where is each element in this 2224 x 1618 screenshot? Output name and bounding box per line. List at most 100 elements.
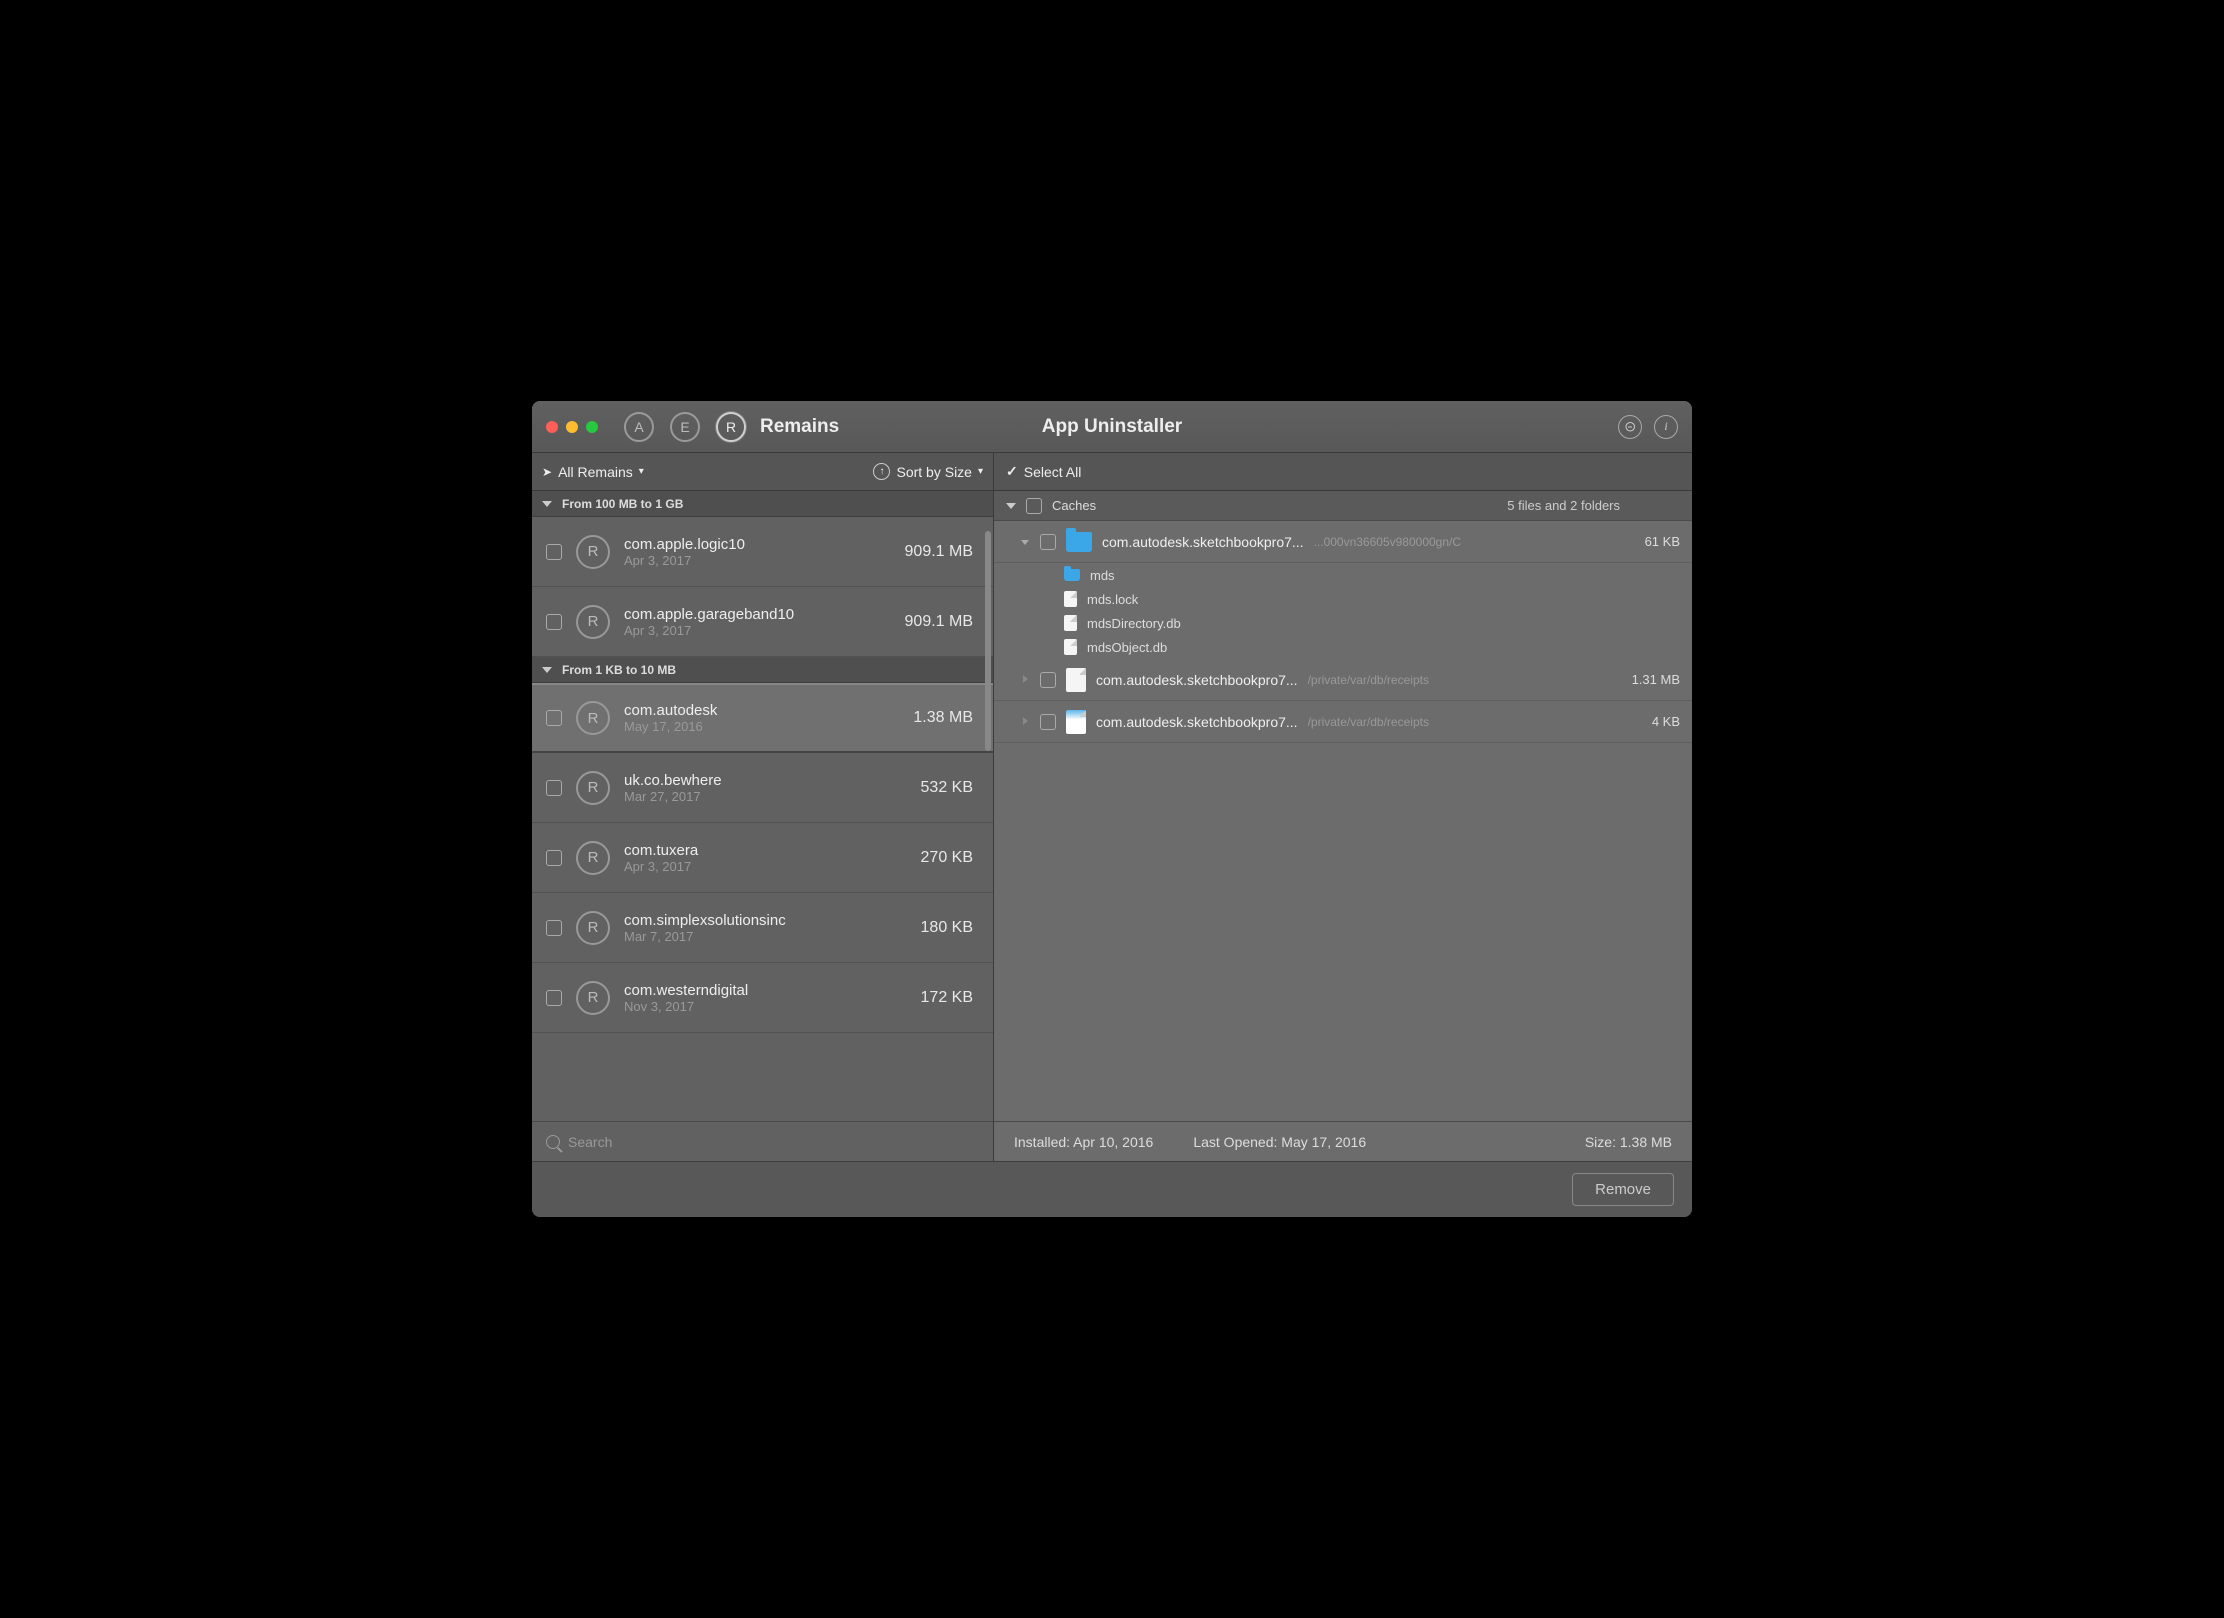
remains-item[interactable]: Rcom.simplexsolutionsincMar 7, 2017180 K… <box>532 893 993 963</box>
category-name: Caches <box>1052 498 1096 513</box>
item-name: com.simplexsolutionsinc <box>624 912 907 929</box>
remains-mode-icon[interactable]: R <box>716 412 746 442</box>
remains-icon: R <box>576 911 610 945</box>
content: From 100 MB to 1 GBRcom.apple.logic10Apr… <box>532 491 1692 1161</box>
remains-item[interactable]: Rcom.apple.logic10Apr 3, 2017909.1 MB <box>532 517 993 587</box>
item-checkbox[interactable] <box>546 990 562 1006</box>
file-icon <box>1064 615 1077 631</box>
section-title: Remains <box>760 416 839 438</box>
mode-switcher: A E R <box>624 412 746 442</box>
item-name: com.tuxera <box>624 842 907 859</box>
file-icon <box>1066 668 1086 692</box>
file-icon <box>1064 591 1077 607</box>
file-row[interactable]: com.autodesk.sketchbookpro7... ...000vn3… <box>994 521 1692 563</box>
item-size: 1.38 MB <box>913 709 973 727</box>
select-all-label: Select All <box>1024 464 1082 480</box>
child-row[interactable]: mdsObject.db <box>994 635 1692 659</box>
item-size: 172 KB <box>921 989 973 1007</box>
item-name: com.apple.garageband10 <box>624 606 891 623</box>
file-size: 61 KB <box>1645 534 1680 549</box>
chevron-down-icon: ▾ <box>978 466 983 477</box>
item-checkbox[interactable] <box>546 614 562 630</box>
remains-icon: R <box>576 771 610 805</box>
sub-toolbar: ➤ All Remains ▾ ↑ Sort by Size ▾ ✓ Selec… <box>532 453 1692 491</box>
remains-icon: R <box>576 841 610 875</box>
file-row[interactable]: com.autodesk.sketchbookpro7... /private/v… <box>994 659 1692 701</box>
search-input[interactable] <box>568 1134 979 1150</box>
file-path: /private/var/db/receipts <box>1308 715 1429 729</box>
item-name: com.autodesk <box>624 702 899 719</box>
file-icon <box>1064 639 1077 655</box>
file-path: /private/var/db/receipts <box>1308 673 1429 687</box>
chevron-down-icon <box>542 501 552 507</box>
apps-mode-icon[interactable]: A <box>624 412 654 442</box>
file-checkbox[interactable] <box>1040 534 1056 550</box>
disclosure-icon[interactable] <box>1020 717 1030 727</box>
installed-date: Installed: Apr 10, 2016 <box>1014 1134 1153 1150</box>
total-size: Size: 1.38 MB <box>1585 1134 1672 1150</box>
category-checkbox[interactable] <box>1026 498 1042 514</box>
titlebar: A E R Remains App Uninstaller i <box>532 401 1692 453</box>
scrollbar-thumb[interactable] <box>985 531 991 751</box>
sort-icon: ↑ <box>873 463 890 480</box>
close-icon[interactable] <box>546 421 558 433</box>
status-bar: Installed: Apr 10, 2016 Last Opened: May… <box>994 1121 1692 1161</box>
file-row[interactable]: com.autodesk.sketchbookpro7.../private/v… <box>994 701 1692 743</box>
item-checkbox[interactable] <box>546 850 562 866</box>
file-name: com.autodesk.sketchbookpro7... <box>1096 672 1298 688</box>
child -name: mdsDirectory.db <box>1087 616 1181 631</box>
child-row[interactable]: mdsDirectory.db <box>994 611 1692 635</box>
group-header[interactable]: From 1 KB to 10 MB <box>532 657 993 683</box>
item-checkbox[interactable] <box>546 780 562 796</box>
file-name: com.autodesk.sketchbookpro7... <box>1102 534 1304 550</box>
disclosure-icon[interactable] <box>1020 537 1030 547</box>
remains-item[interactable]: Rcom.apple.garageband10Apr 3, 2017909.1 … <box>532 587 993 657</box>
remains-icon: R <box>576 605 610 639</box>
item-checkbox[interactable] <box>546 710 562 726</box>
filter-dropdown[interactable]: ➤ All Remains ▾ <box>542 464 644 480</box>
file-checkbox[interactable] <box>1040 672 1056 688</box>
item-checkbox[interactable] <box>546 920 562 936</box>
item-name: uk.co.bewhere <box>624 772 907 789</box>
item-size: 532 KB <box>921 779 973 797</box>
child-row[interactable]: mds <box>994 563 1692 587</box>
check-icon: ✓ <box>1006 463 1018 480</box>
remains-icon: R <box>576 701 610 735</box>
category-header[interactable]: Caches 5 files and 2 folders <box>994 491 1692 521</box>
remains-icon: R <box>576 981 610 1015</box>
chevron-down-icon <box>542 667 552 673</box>
item-date: May 17, 2016 <box>624 719 899 734</box>
remains-item[interactable]: Rcom.tuxeraApr 3, 2017270 KB <box>532 823 993 893</box>
child-row[interactable]: mds.lock <box>994 587 1692 611</box>
sort-dropdown[interactable]: ↑ Sort by Size ▾ <box>873 463 983 480</box>
minimize-icon[interactable] <box>566 421 578 433</box>
select-all-button[interactable]: ✓ Select All <box>1006 463 1081 480</box>
group-header[interactable]: From 100 MB to 1 GB <box>532 491 993 517</box>
zoom-icon[interactable] <box>586 421 598 433</box>
opened-date: Last Opened: May 17, 2016 <box>1193 1134 1366 1150</box>
disclosure-icon[interactable] <box>1020 675 1030 685</box>
remains-item[interactable]: Rcom.westerndigitalNov 3, 2017172 KB <box>532 963 993 1033</box>
item-size: 909.1 MB <box>905 613 973 631</box>
item-size: 270 KB <box>921 849 973 867</box>
search-bar <box>532 1121 993 1161</box>
app-window: A E R Remains App Uninstaller i ➤ All Re… <box>532 401 1692 1217</box>
remains-item[interactable]: Ruk.co.bewhereMar 27, 2017532 KB <box>532 753 993 823</box>
file-checkbox[interactable] <box>1040 714 1056 730</box>
filter-label: All Remains <box>558 464 633 480</box>
item-date: Mar 7, 2017 <box>624 929 907 944</box>
remains-list[interactable]: From 100 MB to 1 GBRcom.apple.logic10Apr… <box>532 491 994 1161</box>
help-button[interactable] <box>1618 415 1642 439</box>
item-date: Apr 3, 2017 <box>624 553 891 568</box>
remains-item[interactable]: Rcom.autodeskMay 17, 2016 1.38 MB <box>532 683 993 753</box>
info-button[interactable]: i <box>1654 415 1678 439</box>
item-checkbox[interactable] <box>546 544 562 560</box>
extensions-mode-icon[interactable]: E <box>670 412 700 442</box>
bottom-bar: Remove <box>532 1161 1692 1217</box>
group-label: From 100 MB to 1 GB <box>562 497 683 511</box>
item-size: 909.1 MB <box>905 543 973 561</box>
child -name: mds.lock <box>1087 592 1138 607</box>
category-count: 5 files and 2 folders <box>1507 498 1620 513</box>
remove-button[interactable]: Remove <box>1572 1173 1674 1206</box>
remains-icon: R <box>576 535 610 569</box>
